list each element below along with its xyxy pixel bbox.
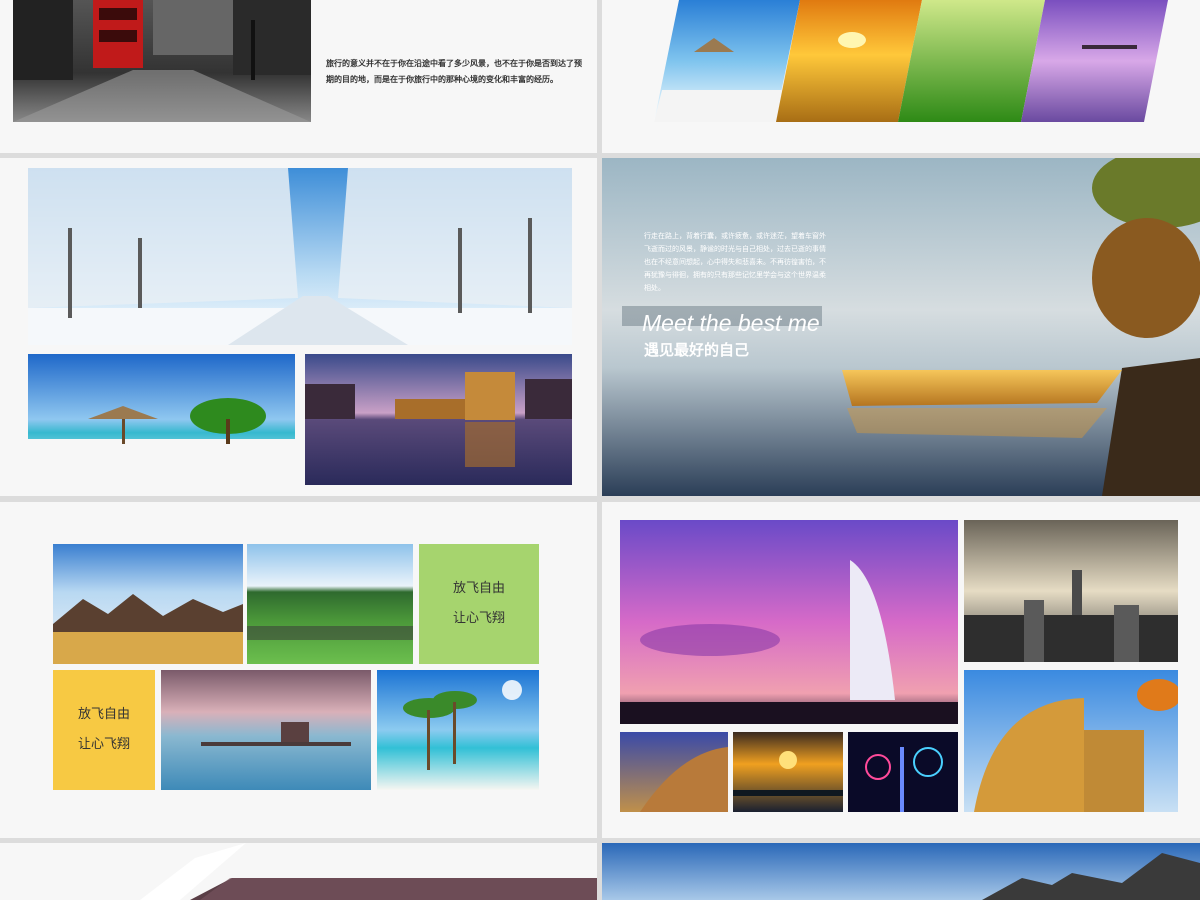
photo-new-york-skyline bbox=[964, 520, 1178, 662]
photo-palm-beach bbox=[377, 670, 539, 790]
photo-london-street bbox=[13, 0, 311, 122]
slide-fly-freely[interactable]: 放飞自由 让心飞翔 放飞自由 让心飞翔 bbox=[0, 502, 597, 838]
photo-fireworks bbox=[848, 732, 958, 812]
tile-yellow-line2: 让心飞翔 bbox=[77, 737, 130, 752]
photo-venice-gondolas bbox=[733, 732, 843, 812]
photo-cows-field bbox=[247, 544, 413, 664]
photo-temple-reflection bbox=[305, 354, 572, 485]
slide-travel-meaning[interactable]: 旅行的意义并不在于你在沿途中看了多少风景，也不在于你是否到达了预期的目的地，而是… bbox=[0, 0, 597, 153]
photo-green-grass bbox=[898, 0, 1045, 122]
photo-sunset-lake bbox=[776, 0, 922, 122]
photo-snowy-trees bbox=[28, 168, 572, 345]
tile-fly-green: 放飞自由 让心飞翔 bbox=[419, 544, 539, 664]
meet-paragraph: 行走在路上，背着行囊，或许疲惫，或许迷茫，望着车窗外飞逝而过的风景，静谧的时光与… bbox=[644, 232, 826, 292]
tile-green-line2: 让心飞翔 bbox=[452, 611, 505, 626]
tile-yellow-line1: 放飞自由 bbox=[77, 707, 130, 722]
meet-title-cn: 遇见最好的自己 bbox=[644, 341, 750, 359]
slanted-photo-strip bbox=[654, 0, 1168, 122]
slide-meet-best-me[interactable]: 行走在路上，背着行囊，或许疲惫，或许迷茫，望着车窗外飞逝而过的风景，静谧的时光与… bbox=[602, 158, 1200, 496]
slide-slanted-photos[interactable] bbox=[602, 0, 1200, 153]
slide-city-collage[interactable] bbox=[602, 502, 1200, 838]
photo-tropical-beach bbox=[28, 354, 295, 485]
photo-burj-al-arab bbox=[620, 520, 958, 724]
travel-meaning-text: 旅行的意义并不在于你在沿途中看了多少风景，也不在于你是否到达了预期的目的地，而是… bbox=[326, 59, 582, 84]
photo-desert-mountains bbox=[53, 544, 243, 664]
photo-colosseum bbox=[964, 670, 1178, 812]
photo-sea-pier bbox=[161, 670, 371, 790]
slide-bottom-left-partial[interactable] bbox=[0, 843, 597, 900]
meet-title-en: Meet the best me bbox=[642, 310, 820, 336]
slide-winter-collage[interactable] bbox=[0, 158, 597, 496]
slide-bottom-right-partial[interactable] bbox=[602, 843, 1200, 900]
tile-green-line1: 放飞自由 bbox=[452, 581, 505, 596]
photo-pier-dusk bbox=[1021, 0, 1168, 122]
photo-mountain-sky-partial bbox=[602, 843, 1200, 900]
tile-fly-yellow: 放飞自由 让心飞翔 bbox=[53, 670, 155, 790]
photo-spanish-plaza bbox=[620, 732, 728, 812]
photo-window-partial bbox=[140, 843, 597, 900]
